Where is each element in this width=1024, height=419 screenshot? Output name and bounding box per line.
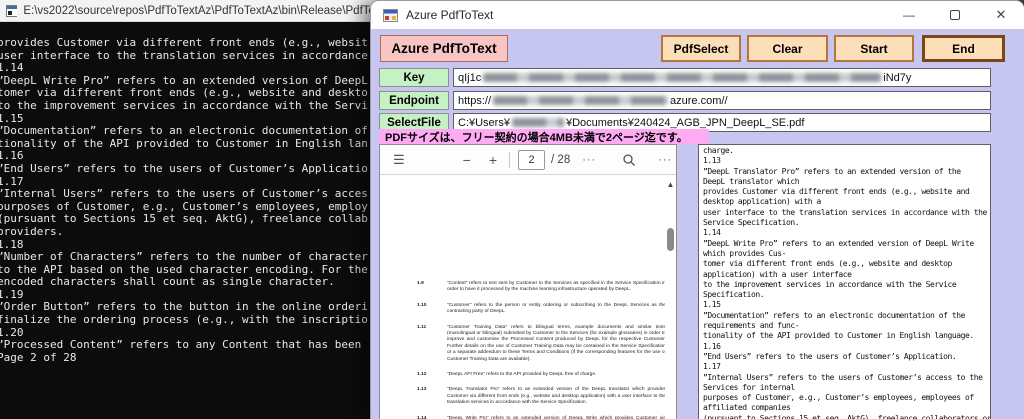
close-button[interactable]: ✕ — [978, 1, 1024, 29]
endpoint-value-start: https:// — [458, 95, 491, 107]
endpoint-label: Endpoint — [379, 91, 449, 110]
key-input[interactable]: qIj1c iNd7y — [453, 68, 991, 87]
pdf-page: 1.9 ”Content” refers to text sent by Cus… — [380, 176, 666, 419]
zoom-in-icon[interactable]: + — [489, 152, 497, 168]
page-total-label: / 28 — [551, 154, 570, 166]
maximize-icon — [950, 10, 960, 20]
clause-number: 1.11 — [417, 325, 447, 363]
key-redaction-blur — [483, 73, 881, 82]
pdf-scrollbar[interactable]: ▲ — [665, 176, 676, 419]
app-titlebar[interactable]: Azure PdfToText — ✕ — [371, 1, 1024, 29]
app-name-label: Azure PdfToText — [380, 35, 508, 62]
endpoint-input[interactable]: https:// azure.com// — [453, 91, 991, 110]
selectfile-redaction-blur — [512, 118, 564, 127]
key-value-end: iNd7y — [883, 72, 911, 84]
page-number-input[interactable] — [518, 150, 545, 170]
console-titlebar[interactable]: E:\vs2022\source\repos\PdfToTextAz\PdfTo… — [0, 0, 379, 22]
clause-text: ”Customer Training Data” refers to bilin… — [447, 325, 666, 363]
toolbar-separator — [509, 152, 510, 168]
app-form-icon — [383, 9, 398, 22]
minimize-button[interactable]: — — [886, 1, 932, 29]
start-button[interactable]: Start — [834, 35, 914, 62]
pdf-scrollbar-thumb[interactable] — [667, 228, 674, 251]
overflow-menu-icon[interactable]: ··· — [658, 154, 672, 166]
endpoint-redaction-blur — [493, 96, 668, 105]
pdf-page-text: 1.9 ”Content” refers to text sent by Cus… — [380, 281, 666, 419]
scroll-up-icon[interactable]: ▲ — [666, 180, 675, 189]
clause-text: ”Content” refers to text sent by Custome… — [447, 281, 666, 294]
end-button[interactable]: End — [922, 35, 1005, 62]
clause-text: ”DeepL API Free” refers to the API provi… — [447, 372, 666, 378]
extracted-text-box[interactable]: charge. 1.13 ”DeepL Translator Pro” refe… — [698, 144, 991, 419]
outline-icon[interactable]: ☰ — [393, 152, 405, 168]
console-icon — [6, 5, 17, 17]
maximize-button[interactable] — [932, 1, 978, 29]
pdf-size-notice: PDFサイズは、フリー契約の場合4MB未満で2ページ迄です。 — [379, 129, 709, 144]
console-title: E:\vs2022\source\repos\PdfToTextAz\PdfTo… — [23, 5, 379, 17]
console-output-text: provides Customer via different front en… — [0, 37, 379, 364]
pdf-viewer-panel: ☰ − + / 28 ··· ··· 1.9 ”Content” refers … — [379, 144, 677, 419]
pdf-toolbar: ☰ − + / 28 ··· ··· — [380, 145, 676, 175]
clause-number: 1.9 — [417, 281, 447, 294]
extracted-text: charge. 1.13 ”DeepL Translator Pro” refe… — [699, 145, 990, 419]
clause-text: ”DeepL Translator Pro” refers to an exte… — [447, 387, 666, 406]
search-icon[interactable] — [622, 153, 636, 167]
selectfile-value-start: C:¥Users¥ — [458, 117, 510, 129]
clause-number: 1.12 — [417, 372, 447, 378]
clause-text: ”Customer” refers to the person or entit… — [447, 303, 666, 316]
pdf-clause: 1.12 ”DeepL API Free” refers to the API … — [380, 372, 666, 378]
pdfselect-button[interactable]: PdfSelect — [661, 35, 741, 62]
endpoint-value-end: azure.com// — [670, 95, 727, 107]
pdf-clause: 1.11 ”Customer Training Data” refers to … — [380, 325, 666, 363]
zoom-out-icon[interactable]: − — [463, 152, 471, 168]
app-window: Azure PdfToText — ✕ Azure PdfToText PdfS… — [370, 0, 1024, 419]
console-window: E:\vs2022\source\repos\PdfToTextAz\PdfTo… — [0, 0, 379, 419]
pdf-clause: 1.9 ”Content” refers to text sent by Cus… — [380, 281, 666, 294]
selectfile-value-end: ¥Documents¥240424_AGB_JPN_DeepL_SE.pdf — [566, 117, 805, 129]
pdf-clause: 1.10 ”Customer” refers to the person or … — [380, 303, 666, 316]
clause-number: 1.13 — [417, 387, 447, 406]
key-value-start: qIj1c — [458, 72, 481, 84]
window-title: Azure PdfToText — [406, 8, 493, 22]
clear-button[interactable]: Clear — [747, 35, 828, 62]
pdf-clause: 1.13 ”DeepL Translator Pro” refers to an… — [380, 387, 666, 406]
key-label: Key — [379, 68, 449, 87]
more-options-icon[interactable]: ··· — [582, 154, 596, 166]
clause-number: 1.10 — [417, 303, 447, 316]
